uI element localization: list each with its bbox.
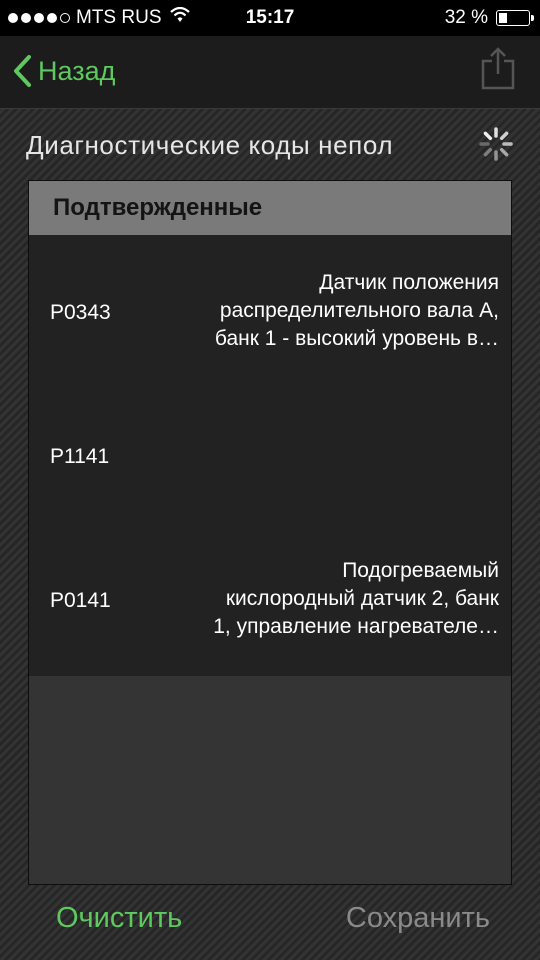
codes-panel: Подтвержденные P0343 Датчик положения ра… [28,180,512,885]
battery-percent: 32 % [444,7,488,28]
dtc-code: P1141 [50,445,110,468]
save-button[interactable]: Сохранить [346,902,490,935]
share-icon [481,47,515,90]
confirmed-section-header: Подтвержденные [29,181,511,235]
table-row[interactable]: P0141 Подогреваемый кислородный датчик 2… [29,523,511,667]
table-row[interactable]: P0343 Датчик положения распределительног… [29,235,511,379]
navigation-bar: Назад [0,36,540,109]
dtc-code: P0343 [50,301,111,324]
back-button[interactable]: Назад [12,54,115,88]
dtc-description: Датчик положения распределительного вала… [214,271,499,350]
status-bar: MTS RUS 15:17 32 % [0,0,540,36]
dtc-code: P0141 [50,589,111,612]
table-row[interactable]: P1141 [29,379,511,523]
page-title: Диагностические коды непол [26,130,394,160]
share-button[interactable] [480,46,516,90]
loading-spinner-icon [479,127,513,161]
bottom-toolbar: Очистить Сохранить [0,890,540,960]
clear-button[interactable]: Очистить [56,902,182,935]
codes-list: P0343 Датчик положения распределительног… [29,235,511,676]
back-label: Назад [38,55,116,86]
confirmed-section-label: Подтвержденные [53,194,263,221]
status-right: 32 % [444,7,534,29]
dtc-description: Подогреваемый кислородный датчик 2, банк… [213,559,499,638]
battery-icon [496,10,534,26]
chevron-left-icon [14,55,31,87]
